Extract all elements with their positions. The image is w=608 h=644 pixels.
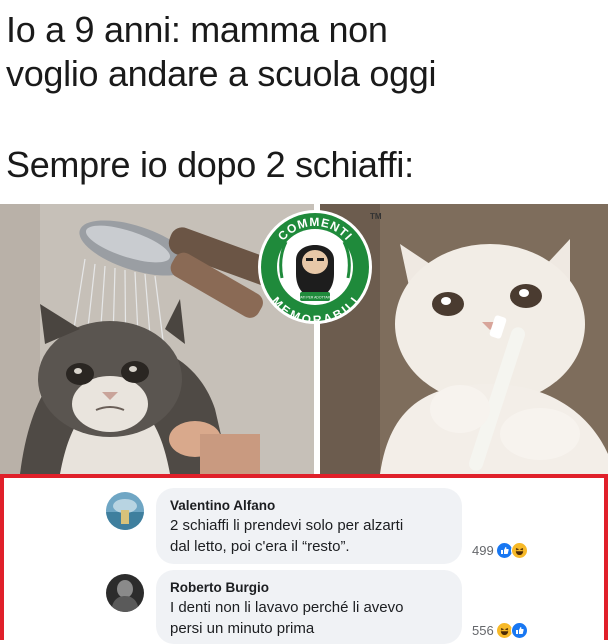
meme-caption-line-1: Io a 9 anni: mamma non: [6, 9, 388, 50]
comment-text-line: dal letto, poi c'era il “resto”.: [170, 538, 350, 555]
reaction-count: 499: [472, 543, 494, 558]
meme-caption-line-2: voglio andare a scuola oggi: [6, 53, 437, 94]
logo-small-text: MATI PER ADOTTARE: [298, 296, 333, 300]
trademark-label: TM: [370, 212, 382, 221]
avatar[interactable]: [106, 574, 144, 612]
like-icon: [510, 622, 528, 639]
comment-text-line: 2 schiaffi li prendevi solo per alzarti: [170, 517, 404, 534]
meme-caption-line-3: Sempre io dopo 2 schiaffi:: [6, 144, 414, 185]
comment-author[interactable]: Roberto Burgio: [170, 579, 448, 597]
comments-panel: Valentino Alfano 2 schiaffi li prendevi …: [0, 474, 608, 644]
avatar[interactable]: [106, 492, 144, 530]
comment-bubble: Valentino Alfano 2 schiaffi li prendevi …: [156, 488, 462, 564]
laugh-icon: [510, 542, 528, 559]
reaction-count: 556: [472, 623, 494, 638]
comment-text-line: I denti non li lavavo perché li avevo: [170, 599, 404, 616]
reaction-summary[interactable]: 499: [472, 542, 528, 559]
reaction-summary[interactable]: 556: [472, 622, 528, 639]
commenti-memorabili-logo: COMMENTI MEMORABILI MATI PER ADOTTARE: [256, 208, 374, 327]
comment-text-line: persi un minuto prima: [170, 620, 315, 637]
comment-author[interactable]: Valentino Alfano: [170, 497, 448, 515]
comment-bubble: Roberto Burgio I denti non li lavavo per…: [156, 570, 462, 644]
